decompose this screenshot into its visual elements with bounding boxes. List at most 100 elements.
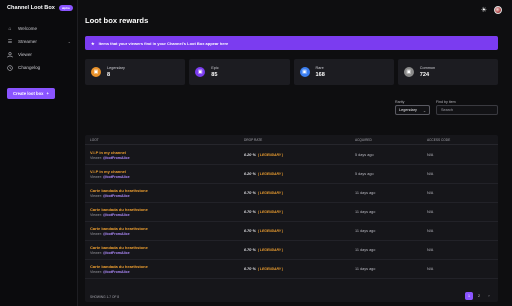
user-icon	[7, 51, 13, 58]
rarity-filter-label: Rarity	[395, 100, 405, 104]
drop-rate-value: 0.70 %	[244, 267, 256, 271]
stat-card-rare: ▣ Rare 168	[293, 59, 394, 85]
sidebar-item-viewer[interactable]: Viewer	[0, 48, 78, 61]
column-header-loot[interactable]: LOOT	[90, 138, 99, 142]
sidebar: Channel Loot Box alpha ⌂ Welcome ☰ Strea…	[0, 0, 78, 306]
loot-name: V.I.P in my channel	[90, 169, 127, 174]
table-row: Carte bandada du hearthstone Viewer: @bo…	[85, 241, 498, 260]
main-content: Loot box rewards ★ Items that your viewe…	[85, 0, 501, 306]
rarity-select[interactable]: Legendary ⌄	[395, 105, 430, 115]
viewer-name[interactable]: @botFromAlice	[103, 213, 130, 217]
viewer-prefix: Viewer:	[90, 251, 102, 255]
box-icon: ▣	[91, 67, 101, 77]
page-title: Loot box rewards	[85, 16, 149, 25]
column-header-acquired[interactable]: ACQUIRED	[355, 138, 372, 142]
viewer-name[interactable]: @botFromAlice	[103, 156, 130, 160]
table-row: V.I.P in my channel Viewer: @botFromAlic…	[85, 165, 498, 184]
loot-name: V.I.P in my channel	[90, 150, 127, 155]
column-header-drop-rate[interactable]: DROP RATE	[244, 138, 262, 142]
rarity-tag: ( LEGENDARY )	[257, 267, 284, 271]
box-icon: ▣	[195, 67, 206, 77]
viewer-prefix: Viewer:	[90, 213, 102, 217]
loot-name: Carte bandada du hearthstone	[90, 207, 148, 212]
viewer-prefix: Viewer:	[90, 194, 102, 198]
loot-name: Carte bandada du hearthstone	[90, 188, 148, 193]
rarity-filter: Rarity Legendary ⌄	[395, 100, 430, 115]
drop-rate: 0.70 %( LEGENDARY )	[244, 229, 283, 233]
stat-card-common: ▣ Common 724	[397, 59, 498, 85]
viewer-prefix: Viewer:	[90, 232, 102, 236]
stat-label: Common	[419, 66, 436, 70]
viewer-name[interactable]: @botFromAlice	[103, 232, 130, 236]
search-filter-label: Find by item	[436, 100, 456, 104]
viewer: Viewer: @botFromAlice	[90, 251, 130, 255]
plus-icon: +	[46, 91, 49, 96]
acquired: 11 days ago	[355, 191, 376, 195]
stat-value: 724	[419, 72, 430, 78]
brand[interactable]: Channel Loot Box alpha	[7, 5, 73, 11]
table-footer: SHOWING 1-7 OF 8 1 2 ›	[85, 292, 498, 302]
access-code: N/A	[427, 172, 434, 176]
rarity-tag: ( LEGENDARY )	[257, 248, 284, 252]
sidebar-item-changelog[interactable]: Changelog	[0, 61, 78, 74]
rarity-stats: ▣ Legendary 8 ▣ Epic 85 ▣ Rare 168 ▣ Com…	[85, 59, 498, 85]
access-code: N/A	[427, 229, 434, 233]
sidebar-nav: ⌂ Welcome ☰ Streamer ⌄ Viewer Changelog	[0, 22, 78, 74]
acquired: 11 days ago	[355, 229, 376, 233]
table-row: V.I.P in my channel Viewer: @botFromAlic…	[85, 146, 498, 165]
stat-value: 8	[107, 72, 111, 78]
info-banner: ★ Items that your viewers find in your C…	[85, 36, 498, 50]
pagination: 1 2 ›	[465, 292, 493, 300]
access-code: N/A	[427, 153, 434, 157]
stat-label: Legendary	[107, 66, 125, 70]
filters: Rarity Legendary ⌄ Find by item	[395, 100, 498, 115]
viewer-name[interactable]: @botFromAlice	[103, 194, 130, 198]
next-page-icon[interactable]: ›	[485, 292, 493, 300]
stat-label: Epic	[211, 66, 219, 70]
viewer: Viewer: @botFromAlice	[90, 232, 130, 236]
search-input[interactable]	[436, 105, 498, 115]
access-code: N/A	[427, 191, 434, 195]
sidebar-item-streamer[interactable]: ☰ Streamer ⌄	[0, 35, 78, 48]
settings-sliders-icon: ☰	[7, 38, 13, 45]
viewer: Viewer: @botFromAlice	[90, 194, 130, 198]
column-header-access-code[interactable]: ACCESS CODE	[427, 138, 450, 142]
rarity-tag: ( LEGENDARY )	[257, 153, 284, 157]
sidebar-item-label: Viewer	[18, 52, 32, 57]
alpha-badge: alpha	[58, 5, 73, 11]
viewer-prefix: Viewer:	[90, 156, 102, 160]
banner-text: Items that your viewers find in your Cha…	[98, 40, 229, 46]
page-button-1[interactable]: 1	[465, 292, 473, 300]
drop-rate: 0.20 %( LEGENDARY )	[244, 172, 283, 176]
drop-rate: 0.20 %( LEGENDARY )	[244, 153, 283, 157]
create-loot-box-button[interactable]: Create loot box +	[7, 88, 55, 99]
loot-name: Carte bandada du hearthstone	[90, 226, 148, 231]
drop-rate: 0.70 %( LEGENDARY )	[244, 267, 283, 271]
sidebar-item-welcome[interactable]: ⌂ Welcome	[0, 22, 78, 35]
drop-rate-value: 0.70 %	[244, 248, 256, 252]
stat-card-legendary: ▣ Legendary 8	[85, 59, 186, 85]
table-row: Carte bandada du hearthstone Viewer: @bo…	[85, 203, 498, 222]
showing-count: SHOWING 1-7 OF 8	[90, 295, 120, 299]
home-icon: ⌂	[8, 25, 12, 32]
acquired: 11 days ago	[355, 210, 376, 214]
viewer-name[interactable]: @botFromAlice	[103, 270, 130, 274]
access-code: N/A	[427, 210, 434, 214]
star-icon: ★	[91, 40, 95, 46]
viewer: Viewer: @botFromAlice	[90, 175, 130, 179]
viewer-name[interactable]: @botFromAlice	[103, 251, 130, 255]
drop-rate-value: 0.70 %	[244, 191, 256, 195]
drop-rate-value: 0.20 %	[244, 172, 256, 176]
page-button-2[interactable]: 2	[475, 292, 483, 300]
acquired: 11 days ago	[355, 248, 376, 252]
stat-card-epic: ▣ Epic 85	[189, 59, 290, 85]
box-icon: ▣	[299, 67, 310, 77]
drop-rate: 0.70 %( LEGENDARY )	[244, 191, 283, 195]
clock-icon	[7, 64, 13, 71]
rewards-table: LOOT DROP RATE ACQUIRED ACCESS CODE V.I.…	[85, 135, 498, 302]
sidebar-item-label: Welcome	[18, 26, 38, 31]
drop-rate-value: 0.70 %	[244, 229, 256, 233]
viewer: Viewer: @botFromAlice	[90, 270, 130, 274]
viewer-name[interactable]: @botFromAlice	[103, 175, 130, 179]
viewer: Viewer: @botFromAlice	[90, 213, 130, 217]
